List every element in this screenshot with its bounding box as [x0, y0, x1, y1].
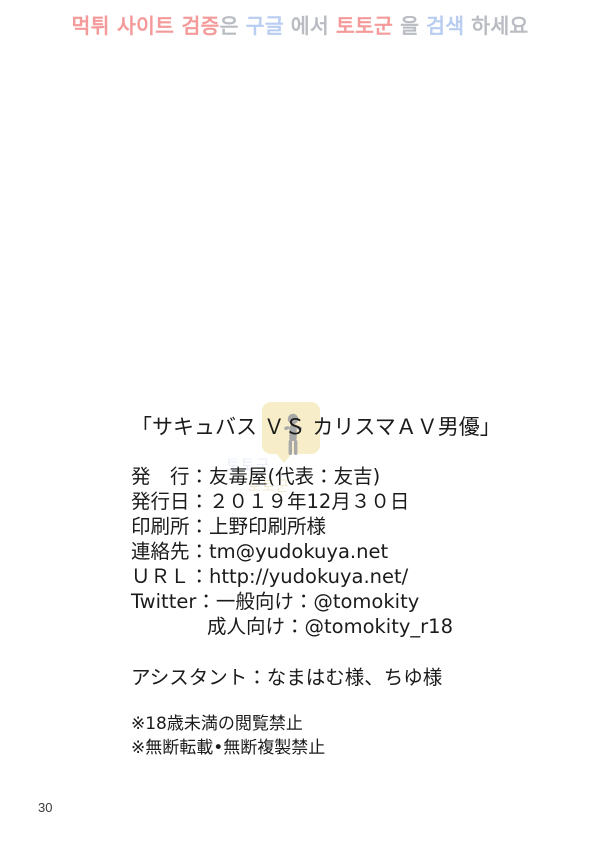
- notice-age-restriction: ※18歳未満の閲覧禁止: [131, 714, 303, 734]
- colophon-block: 「サキュバス ＶＳ カリスマＡＶ男優」 発 行：友毒屋(代表：友吉) 発行日：２…: [131, 411, 551, 760]
- promo-banner: 먹튀 사이트 검증 은 구글 에서 토토군 을 검색 하세요: [0, 9, 600, 39]
- promo-segment-2: 은: [219, 14, 239, 38]
- publisher-line: 発 行：友毒屋(代表：友吉): [131, 465, 381, 488]
- promo-segment-5: 토토군: [335, 14, 394, 38]
- promo-segment-8: 하세요: [471, 14, 529, 38]
- promo-space: [284, 12, 291, 36]
- twitter-line: Twitter：一般向け：@tomokity: [131, 590, 420, 613]
- notice-reproduction: ※無断転載•無断複製禁止: [131, 738, 326, 758]
- printer-line: 印刷所：上野印刷所様: [131, 515, 327, 538]
- work-title: 「サキュバス ＶＳ カリスマＡＶ男優」: [131, 415, 501, 439]
- promo-space: [419, 12, 426, 36]
- promo-space: [239, 12, 246, 36]
- page-number: 30: [38, 800, 53, 815]
- document-page: 먹튀 사이트 검증 은 구글 에서 토토군 을 검색 하세요 토토군 토토군 「…: [0, 0, 600, 848]
- promo-space: [464, 12, 471, 36]
- promo-segment-1: 먹튀 사이트 검증: [71, 14, 220, 38]
- promo-segment-3: 구글: [245, 14, 284, 38]
- promo-segment-7: 검색: [426, 14, 465, 38]
- url-line: ＵＲＬ：http://yudokuya.net/: [131, 565, 409, 588]
- promo-space: [329, 12, 336, 36]
- twitter-adult-line: 成人向け：@tomokity_r18: [207, 615, 453, 638]
- promo-segment-6: 을: [400, 14, 420, 38]
- promo-segment-4: 에서: [290, 14, 329, 38]
- contact-line: 連絡先：tm@yudokuya.net: [131, 540, 389, 563]
- publication-date: 発行日：２０１９年12月３０日: [131, 490, 410, 513]
- promo-space: [393, 12, 400, 36]
- assistant-line: アシスタント：なまはむ様、ちゆ様: [131, 666, 443, 689]
